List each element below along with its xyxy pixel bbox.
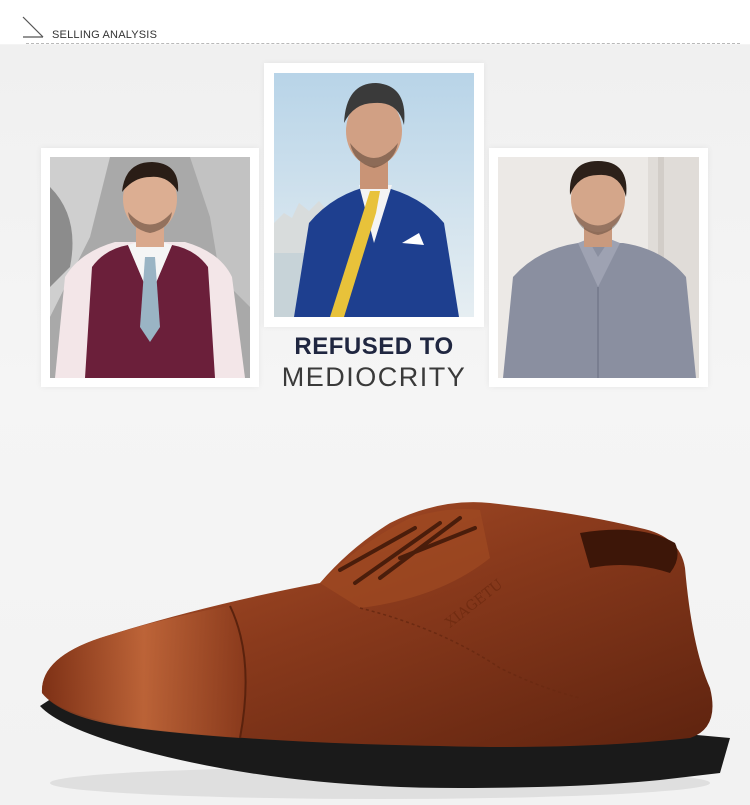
product-shoe-image: XIAGETU xyxy=(40,502,730,799)
model-photo-left-frame xyxy=(41,148,259,387)
model-photo-right xyxy=(498,157,699,378)
header-divider xyxy=(26,43,740,44)
diagonal-arrow-icon xyxy=(22,16,44,38)
model-photo-left xyxy=(50,157,250,378)
model-photo-center xyxy=(274,73,474,317)
model-photo-right-frame xyxy=(489,148,708,387)
section-title: SELLING ANALYSIS xyxy=(52,29,158,41)
slogan-headline: REFUSED TO xyxy=(294,333,454,360)
header-bar: SELLING ANALYSIS xyxy=(0,0,750,44)
slogan-subline: MEDIOCRITY xyxy=(281,362,467,392)
model-photo-center-frame xyxy=(264,63,484,327)
